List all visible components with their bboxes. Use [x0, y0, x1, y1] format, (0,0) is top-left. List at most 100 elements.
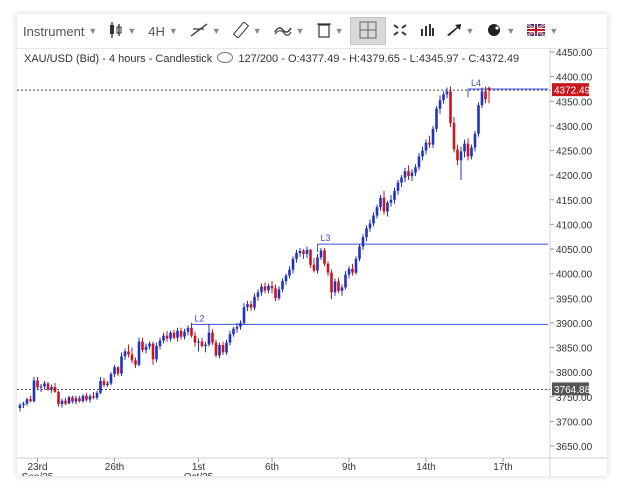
y-tick-label: 4150.00 — [556, 196, 593, 207]
candle-body — [382, 197, 386, 212]
indicator-dropdown[interactable]: ▼ — [268, 17, 311, 45]
candle-body — [88, 396, 92, 400]
candle-body — [39, 386, 43, 388]
ruler-icon — [232, 21, 249, 40]
candle-body — [386, 202, 389, 212]
y-tick-label: 4350.00 — [556, 97, 593, 108]
chevron-down-icon: ▼ — [252, 26, 262, 36]
candle-body — [309, 249, 312, 265]
instrument-dropdown[interactable]: Instrument ▼ — [17, 17, 103, 45]
language-dropdown[interactable]: ▼ — [521, 17, 564, 45]
y-tick-label: 3700.00 — [556, 417, 593, 428]
candle-body — [288, 269, 291, 276]
y-tick-label: 4000.00 — [556, 270, 593, 281]
candle-body — [431, 128, 435, 145]
chevron-down-icon: ▼ — [211, 26, 221, 36]
candle-body — [123, 351, 127, 357]
price-chart[interactable]: 4450.00 4400.00 4350.00 4300.00 4250.00 4200.… — [17, 48, 607, 476]
candle-body — [389, 199, 393, 203]
candle-body — [421, 150, 424, 157]
line-tool-dropdown[interactable]: ▼ — [184, 17, 227, 45]
chevron-down-icon: ▼ — [549, 26, 559, 36]
chart-widget: Instrument ▼ ▼ 4H ▼ ▼ ▼ ▼ ▼ ▼ ▼ ▼ 4450.0… — [17, 14, 607, 476]
candle-body — [393, 190, 396, 200]
y-tick-label: 4200.00 — [556, 171, 593, 182]
candle-body — [18, 405, 22, 409]
candle-body — [239, 322, 242, 327]
candle-body — [179, 330, 183, 337]
candle-body — [109, 374, 113, 384]
candle-body — [50, 386, 53, 390]
candle-body — [414, 167, 417, 173]
candle-body — [305, 249, 309, 254]
candle-body — [267, 285, 270, 291]
eye-icon[interactable] — [217, 52, 234, 63]
candle-body — [71, 397, 74, 402]
candle-body — [340, 287, 344, 291]
y-tick-label: 3950.00 — [556, 294, 593, 305]
candle-body — [197, 341, 200, 343]
y-tick-label: 3850.00 — [556, 344, 593, 355]
candle-body — [302, 250, 305, 254]
candle-body — [316, 257, 319, 271]
color-dropdown[interactable]: ▼ — [480, 17, 521, 45]
candle-body — [78, 398, 81, 402]
candle-body — [291, 258, 295, 270]
volume-bars-icon — [420, 24, 434, 38]
candle-body — [277, 289, 281, 299]
candle-body — [95, 392, 99, 398]
candle-body — [99, 380, 102, 393]
candle-body — [36, 380, 39, 388]
candle-body — [452, 122, 456, 150]
candle-body — [375, 207, 379, 216]
x-tick-label: 17th — [493, 462, 512, 473]
timeframe-dropdown[interactable]: 4H ▼ — [142, 17, 184, 45]
candle-body — [249, 304, 253, 308]
crosshair-button[interactable] — [349, 17, 386, 45]
x-tick-sublabel: Sep/25 — [22, 472, 54, 476]
candle-body — [319, 250, 323, 258]
chart-type-dropdown[interactable]: ▼ — [103, 17, 142, 45]
candle-body — [463, 143, 466, 152]
candle-body — [225, 342, 228, 353]
candle-body — [106, 383, 109, 385]
candle-body — [165, 335, 169, 339]
fullscreen-icon — [392, 23, 408, 39]
candle-body — [232, 328, 235, 335]
candle-body — [190, 327, 193, 336]
candle-body — [57, 391, 60, 405]
y-tick-label: 4300.00 — [556, 122, 593, 133]
candle-body — [242, 307, 246, 323]
candle-body — [22, 403, 25, 406]
candle-body — [466, 143, 470, 157]
candle-body — [172, 332, 176, 338]
candle-body — [67, 397, 71, 404]
candle-body — [235, 326, 239, 329]
candle-body — [417, 156, 421, 168]
candle-body — [428, 142, 431, 145]
candle-body — [207, 332, 211, 345]
volume-button[interactable] — [414, 17, 440, 45]
arrow-tool-icon — [446, 23, 462, 39]
candle-body — [81, 395, 85, 402]
candle-body — [85, 395, 88, 400]
candle-body — [365, 228, 368, 238]
candle-body — [260, 286, 263, 293]
candle-body — [141, 341, 144, 350]
fullscreen-button[interactable] — [386, 17, 414, 45]
candle-body — [368, 223, 372, 229]
candle-body — [214, 342, 218, 356]
candle-body — [144, 346, 148, 350]
candle-body — [274, 288, 277, 299]
delete-dropdown[interactable]: ▼ — [311, 17, 350, 45]
level-label: L3 — [321, 233, 331, 243]
arrow-tool-dropdown[interactable]: ▼ — [440, 17, 481, 45]
level-label: L2 — [195, 313, 205, 323]
candle-body — [120, 356, 123, 374]
candle-body — [480, 91, 484, 106]
symbol-description: XAU/USD (Bid) - 4 hours - Candlestick — [24, 53, 213, 65]
y-tick-label: 4450.00 — [556, 48, 593, 59]
ruler-dropdown[interactable]: ▼ — [227, 17, 268, 45]
candle-body — [186, 327, 190, 332]
candle-body — [344, 274, 347, 288]
